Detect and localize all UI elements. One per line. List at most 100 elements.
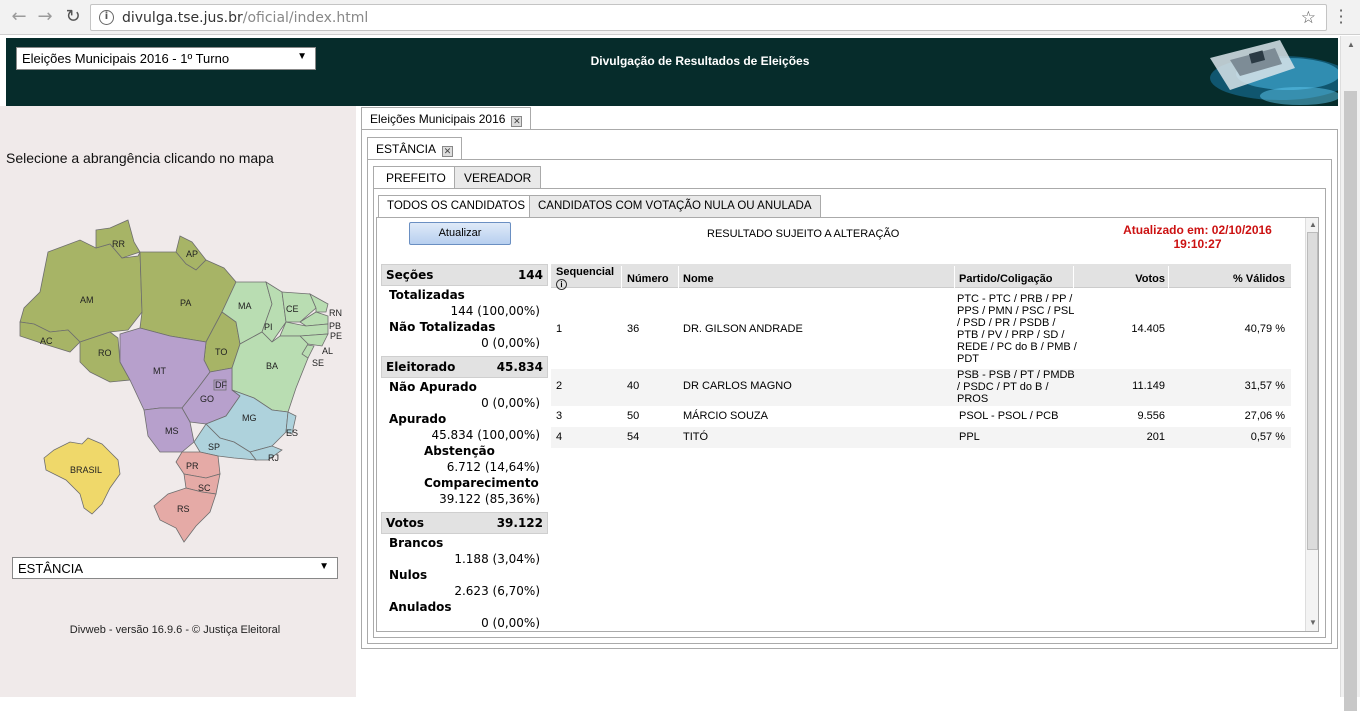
stat-label: Brancos: [389, 536, 444, 550]
scroll-down-icon[interactable]: ▼: [1309, 618, 1317, 627]
map-label-es: ES: [286, 428, 298, 438]
page-title: Divulgação de Resultados de Eleições: [590, 54, 810, 68]
tab-todos-candidatos[interactable]: TODOS OS CANDIDATOS: [378, 195, 535, 217]
cell-validos: 40,79 %: [1244, 323, 1285, 335]
scroll-thumb[interactable]: [1344, 91, 1357, 711]
stat-label: Anulados: [389, 600, 452, 614]
table-header: Sequencial i Número Nome Partido/Coligaçã…: [551, 264, 1291, 290]
map-label-ce: CE: [286, 304, 299, 314]
election-select[interactable]: Eleições Municipais 2016 - 1º Turno ▼: [16, 47, 316, 70]
table-row[interactable]: 4 54 TITÓ PPL 201 0,57 %: [551, 427, 1291, 448]
table-row[interactable]: 2 40 DR CARLOS MAGNO PSB - PSB / PT / PM…: [551, 369, 1291, 406]
map-label-se: SE: [312, 358, 324, 368]
cell-partido: PPL: [959, 431, 980, 443]
col-numero[interactable]: Número: [627, 273, 669, 285]
col-sequencial: Sequencial i: [556, 266, 615, 290]
refresh-button[interactable]: Atualizar: [409, 222, 511, 245]
cell-seq: 4: [556, 431, 563, 443]
cell-numero: 40: [627, 380, 640, 392]
map-label-rj: RJ: [268, 453, 279, 463]
stat-label: Totalizadas: [389, 288, 465, 302]
col-votos[interactable]: Votos: [1073, 273, 1165, 285]
stat-label: Comparecimento: [424, 476, 539, 490]
map-label-pa: PA: [180, 298, 191, 308]
map-label-brasil: BRASIL: [70, 465, 102, 475]
map-brasil[interactable]: [43, 437, 121, 515]
cell-numero: 50: [627, 410, 640, 422]
browser-toolbar: ← → ↻ i divulga.tse.jus.br/oficial/index…: [0, 0, 1360, 35]
tab-vereador[interactable]: VEREADOR: [454, 166, 542, 188]
ballot-machine-graphic: [1170, 38, 1338, 106]
table-row[interactable]: 3 50 MÁRCIO SOUZA PSOL - PSOL / PCB 9.55…: [551, 406, 1291, 427]
brazil-map: RR AP AM PA MA CE RN PB PE AL SE PI AC R…: [19, 219, 342, 543]
cell-numero: 54: [627, 431, 640, 443]
bookmark-star-icon[interactable]: ☆: [1301, 8, 1316, 28]
chevron-down-icon: ▼: [319, 561, 329, 572]
stat-secoes: Seções 144: [381, 264, 548, 286]
cell-validos: 0,57 %: [1250, 431, 1285, 443]
tab-prefeito[interactable]: PREFEITO: [373, 166, 459, 188]
stat-label: Abstenção: [424, 444, 495, 458]
stat-value: 0 (0,00%): [481, 396, 540, 410]
menu-kebab-icon[interactable]: · · ·: [1336, 3, 1346, 31]
map-label-go: GO: [200, 394, 214, 404]
stat-label: Nulos: [389, 568, 428, 582]
cell-numero: 36: [627, 323, 640, 335]
map-label-sc: SC: [198, 483, 211, 493]
stat-value: 2.623 (6,70%): [454, 584, 540, 598]
map-label-pr: PR: [186, 461, 199, 471]
map-label-to: TO: [215, 347, 227, 357]
map-label-pb: PB: [329, 321, 341, 331]
close-icon[interactable]: ✕: [442, 146, 454, 157]
map-label-ba: BA: [266, 361, 278, 371]
cell-seq: 1: [556, 323, 563, 335]
back-arrow-icon[interactable]: ←: [8, 6, 30, 28]
stat-value: 1.188 (3,04%): [454, 552, 540, 566]
stat-value: 6.712 (14,64%): [446, 460, 540, 474]
scroll-up-icon[interactable]: ▲: [1309, 220, 1317, 229]
tab-city[interactable]: ESTÂNCIA ✕: [367, 137, 463, 159]
info-icon[interactable]: i: [99, 10, 114, 25]
cell-seq: 2: [556, 380, 563, 392]
results-scrollbar[interactable]: ▲ ▼: [1305, 218, 1318, 631]
col-partido[interactable]: Partido/Coligação: [959, 273, 1053, 285]
stat-value: 45.834 (100,00%): [431, 428, 540, 442]
forward-arrow-icon[interactable]: →: [34, 6, 56, 28]
map-label-pi: PI: [264, 322, 273, 332]
tab-election[interactable]: Eleições Municipais 2016 ✕: [361, 107, 532, 129]
close-icon[interactable]: ✕: [511, 116, 523, 127]
scroll-thumb[interactable]: [1307, 232, 1318, 550]
map-label-am: AM: [80, 295, 94, 305]
stat-value: 39.122 (85,36%): [439, 492, 540, 506]
map-prompt: Selecione a abrangência clicando no mapa: [6, 150, 274, 166]
cell-partido: PSB - PSB / PT / PMDB / PSDC / PT do B /…: [957, 369, 1075, 405]
candidates-table: Sequencial i Número Nome Partido/Coligaçã…: [551, 264, 1291, 448]
stat-eleitorado: Eleitorado 45.834: [381, 356, 548, 378]
address-bar[interactable]: i divulga.tse.jus.br/oficial/index.html …: [90, 4, 1327, 31]
cell-nome: DR CARLOS MAGNO: [683, 380, 792, 392]
cell-validos: 27,06 %: [1244, 410, 1285, 422]
stat-label: Não Apurado: [389, 380, 477, 394]
map-label-df: DF: [215, 380, 227, 390]
cell-votos: 11.149: [1132, 380, 1165, 392]
stat-value: 144 (100,00%): [450, 304, 540, 318]
map-label-sp: SP: [208, 442, 220, 452]
tab-votacao-nula[interactable]: CANDIDATOS COM VOTAÇÃO NULA OU ANULADA: [529, 195, 821, 217]
updated-date: Atualizado em: 02/10/2016: [1123, 223, 1272, 237]
map-label-rn: RN: [329, 308, 342, 318]
cell-partido: PSOL - PSOL / PCB: [959, 410, 1059, 422]
map-state-rs[interactable]: [153, 487, 217, 543]
table-row[interactable]: 1 36 DR. GILSON ANDRADE PTC - PTC / PRB …: [551, 288, 1291, 369]
col-validos[interactable]: % Válidos: [1168, 273, 1285, 285]
reload-icon[interactable]: ↻: [62, 6, 84, 28]
stat-votos: Votos 39.122: [381, 512, 548, 534]
cell-nome: TITÓ: [683, 431, 709, 443]
col-nome[interactable]: Nome: [683, 273, 714, 285]
page-scrollbar[interactable]: ▲: [1340, 36, 1360, 711]
cell-votos: 201: [1146, 431, 1165, 443]
map-label-rr: RR: [112, 239, 125, 249]
map-label-ap: AP: [186, 249, 198, 259]
city-select[interactable]: ESTÂNCIA ▼: [12, 557, 338, 579]
scroll-up-icon[interactable]: ▲: [1347, 40, 1355, 49]
map-label-ma: MA: [238, 301, 252, 311]
